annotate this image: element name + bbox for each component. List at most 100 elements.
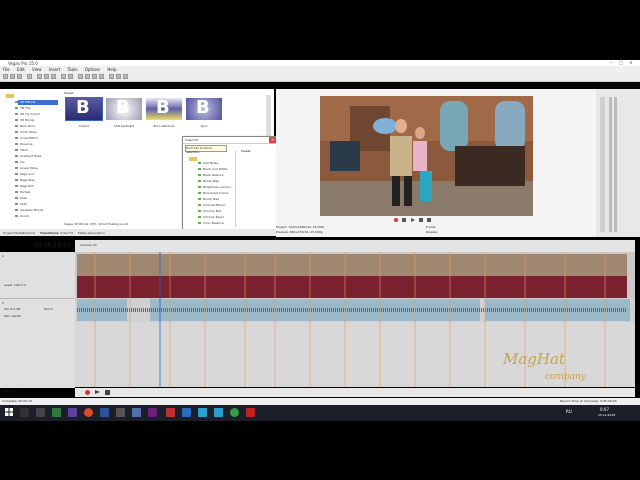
new-icon[interactable] bbox=[3, 74, 8, 79]
fx-item[interactable]: Bump Map bbox=[197, 179, 219, 183]
tree-item[interactable]: Gradient Wipe bbox=[15, 154, 42, 158]
record-icon[interactable] bbox=[394, 218, 398, 222]
preset-thumb-simple[interactable]: B Simple bbox=[65, 97, 103, 128]
status-left: Complete: 00:00:13 bbox=[2, 399, 32, 403]
tree-item[interactable]: Zoom bbox=[15, 214, 29, 218]
app-icon[interactable] bbox=[148, 408, 157, 417]
preset-thumb-spot[interactable]: B Spot bbox=[186, 97, 222, 128]
menu-view[interactable]: View bbox=[32, 67, 42, 72]
preset-thumb-burn-rainbow[interactable]: B Burn Rainbow bbox=[146, 97, 182, 128]
fx-item[interactable]: Black Restore bbox=[197, 173, 223, 177]
master-fader[interactable] bbox=[600, 97, 605, 232]
tree-item[interactable]: Venetian Blinds bbox=[14, 208, 43, 212]
tree-item[interactable]: 3D Fly In/Out bbox=[15, 112, 40, 116]
menu-options[interactable]: Options bbox=[85, 67, 100, 72]
play-icon[interactable] bbox=[410, 218, 415, 222]
tab-explorer[interactable]: Explorer bbox=[23, 231, 36, 235]
language-indicator[interactable]: RU bbox=[566, 409, 572, 414]
tree-item[interactable]: Page Roll bbox=[15, 184, 34, 188]
menu-help[interactable]: Help bbox=[107, 67, 116, 72]
app-icon[interactable] bbox=[52, 408, 61, 417]
cut-icon[interactable] bbox=[37, 74, 42, 79]
fx-item[interactable]: Add Noise bbox=[197, 161, 218, 165]
skype-icon[interactable] bbox=[198, 408, 207, 417]
play-icon[interactable] bbox=[95, 390, 100, 394]
automation-mode[interactable]: Touch bbox=[44, 307, 53, 311]
app-icon[interactable] bbox=[182, 408, 191, 417]
select-tool-icon[interactable] bbox=[85, 74, 90, 79]
ignore-grouping-icon[interactable] bbox=[123, 74, 128, 79]
tree-item[interactable]: 3D Blinds bbox=[14, 118, 34, 122]
fx-item[interactable]: Broadcast Colors bbox=[197, 191, 228, 195]
preset-thumb-soft-spotlight[interactable]: B Soft Spotlight bbox=[106, 97, 142, 128]
menu-file[interactable]: File bbox=[3, 67, 10, 72]
lock-envelope-icon[interactable] bbox=[109, 74, 114, 79]
tree-item[interactable]: Split bbox=[15, 202, 27, 206]
redo-icon[interactable] bbox=[68, 74, 73, 79]
menu-bar: File Edit View Insert Tools Options Help bbox=[0, 66, 640, 73]
menu-tools[interactable]: Tools bbox=[68, 67, 78, 72]
envelope-tool-icon[interactable] bbox=[92, 74, 97, 79]
open-icon[interactable] bbox=[10, 74, 15, 79]
menu-insert[interactable]: Insert bbox=[49, 67, 60, 72]
tree-item[interactable]: Flash bbox=[15, 148, 28, 152]
tree-item[interactable]: 3D Flip bbox=[14, 106, 30, 110]
pause-icon[interactable] bbox=[418, 218, 423, 222]
properties-icon[interactable] bbox=[27, 74, 32, 79]
dialog-preset-header: Preset: bbox=[241, 149, 252, 153]
fx-item[interactable]: Color Balance bbox=[198, 221, 224, 225]
app-icon[interactable] bbox=[246, 408, 255, 417]
tree-item[interactable]: Dissolve bbox=[15, 142, 33, 146]
paste-icon[interactable] bbox=[51, 74, 56, 79]
tree-item[interactable]: Clock Wipe bbox=[15, 130, 37, 134]
windows-start-icon[interactable] bbox=[5, 408, 13, 416]
copy-icon[interactable] bbox=[44, 74, 49, 79]
app-icon[interactable] bbox=[68, 408, 77, 417]
opera-icon[interactable] bbox=[166, 408, 175, 417]
tree-item[interactable]: Page Curl bbox=[14, 172, 34, 176]
audio-volume: Vol: 0.0 dB bbox=[4, 307, 21, 311]
tree-item[interactable]: Cross Effect bbox=[15, 136, 38, 140]
tab-media-generators[interactable]: Media Generators bbox=[78, 231, 105, 235]
fx-item[interactable]: Chroma Keyer bbox=[197, 215, 224, 219]
menu-edit[interactable]: Edit bbox=[17, 67, 25, 72]
search-icon[interactable] bbox=[20, 408, 29, 417]
timeline-ruler[interactable] bbox=[75, 240, 635, 252]
tab-transitions[interactable]: Transitions bbox=[40, 231, 59, 235]
save-icon[interactable] bbox=[17, 74, 22, 79]
task-view-icon[interactable] bbox=[36, 408, 45, 417]
tree-item[interactable]: 3D Effects bbox=[14, 100, 35, 104]
tree-item[interactable]: Page Peel bbox=[14, 178, 34, 182]
fx-item[interactable]: Black and White bbox=[197, 167, 227, 171]
snap-icon[interactable] bbox=[78, 74, 83, 79]
loop-icon[interactable] bbox=[402, 218, 407, 222]
tree-item[interactable]: Push bbox=[14, 196, 27, 200]
app-icon[interactable] bbox=[132, 408, 141, 417]
tree-item[interactable]: Linear Wipe bbox=[15, 166, 38, 170]
dialog-close-button[interactable]: ✕ bbox=[269, 137, 276, 143]
track-number: 2 bbox=[2, 301, 4, 305]
tree-item[interactable]: Barn Door bbox=[14, 124, 35, 128]
tab-project-media[interactable]: Project Media bbox=[3, 231, 23, 235]
app-icon[interactable] bbox=[116, 408, 125, 417]
app-icon[interactable] bbox=[100, 408, 109, 417]
fx-item[interactable]: Bump Map bbox=[197, 197, 219, 201]
record-icon[interactable] bbox=[85, 390, 90, 395]
fx-item[interactable]: Channel Blend bbox=[198, 203, 225, 207]
zoom-tool-icon[interactable] bbox=[99, 74, 104, 79]
stop-icon[interactable] bbox=[105, 390, 110, 395]
autoripple-icon[interactable] bbox=[116, 74, 121, 79]
tree-item[interactable]: Iris bbox=[15, 160, 25, 164]
app-icon[interactable] bbox=[230, 408, 239, 417]
folder-icon bbox=[189, 157, 197, 161]
skype-icon[interactable] bbox=[214, 408, 223, 417]
tab-video-fx[interactable]: Video FX bbox=[60, 231, 73, 235]
undo-icon[interactable] bbox=[61, 74, 66, 79]
dialog-divider bbox=[235, 151, 236, 227]
fx-item[interactable]: Brightness and Co... bbox=[197, 185, 233, 189]
chrome-icon[interactable] bbox=[84, 408, 93, 417]
audio-pan: Pan: Center bbox=[4, 314, 22, 318]
stop-icon[interactable] bbox=[427, 218, 432, 222]
tree-item[interactable]: Portals bbox=[14, 190, 30, 194]
fx-item[interactable]: Chroma Blur bbox=[198, 209, 222, 213]
